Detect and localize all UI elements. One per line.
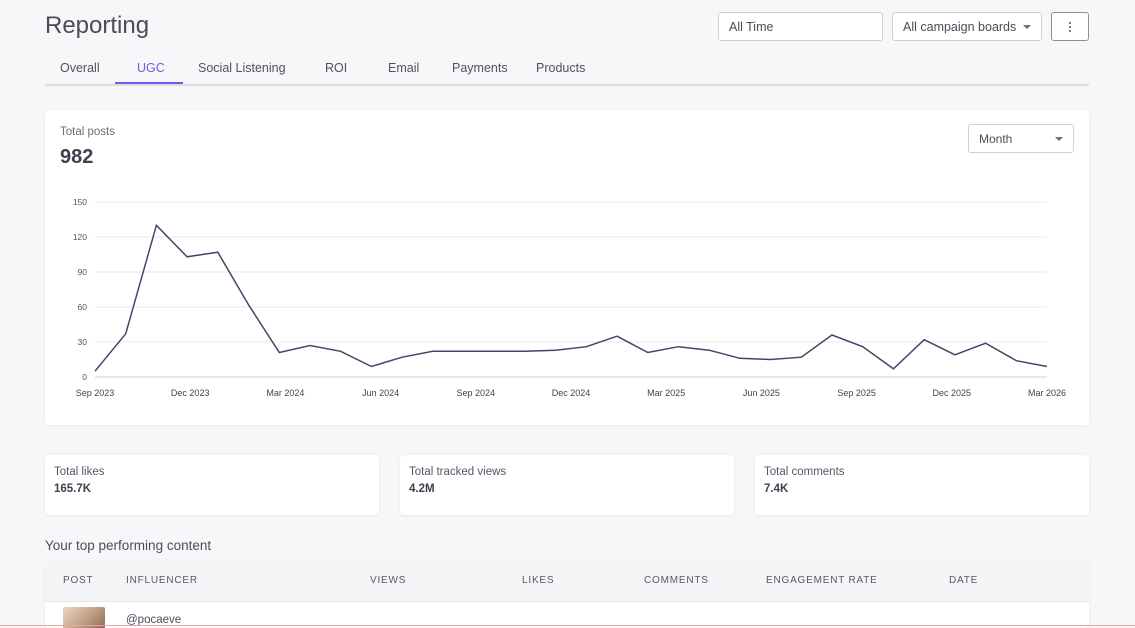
y-tick-label: 120 [73, 232, 87, 242]
column-influencer[interactable]: INFLUENCER [126, 575, 198, 586]
top-content-table: POST INFLUENCER VIEWS LIKES COMMENTS ENG… [45, 560, 1089, 628]
x-tick-label: Sep 2024 [457, 388, 496, 398]
tab-overall[interactable]: Overall [60, 61, 100, 75]
table-header: POST INFLUENCER VIEWS LIKES COMMENTS ENG… [45, 560, 1089, 602]
column-engagement-rate[interactable]: ENGAGEMENT RATE [766, 575, 878, 586]
total-views-card: Total tracked views 4.2M [400, 455, 734, 515]
campaign-board-value: All campaign boards [903, 19, 1017, 34]
total-posts-card: Total posts 982 Month 0 30 60 90 120 150 Sep 2… [45, 110, 1089, 425]
date-range-input[interactable]: All Time [718, 12, 883, 41]
x-tick-label: Jun 2025 [743, 388, 780, 398]
x-tick-label: Mar 2025 [647, 388, 685, 398]
column-views[interactable]: VIEWS [370, 575, 406, 586]
posts-line-chart: 0 30 60 90 120 150 Sep 2023 Dec 2023 Mar 2024 Jun… [73, 197, 1066, 398]
total-likes-card: Total likes 165.7K [45, 455, 379, 515]
divider [0, 625, 1135, 626]
more-vertical-icon [1069, 21, 1071, 32]
y-tick-label: 60 [78, 302, 88, 312]
tab-products[interactable]: Products [536, 61, 585, 75]
column-comments[interactable]: COMMENTS [644, 575, 709, 586]
x-tick-label: Sep 2023 [76, 388, 115, 398]
tab-payments[interactable]: Payments [452, 61, 508, 75]
x-tick-label: Jun 2024 [362, 388, 399, 398]
active-tab-indicator [115, 82, 183, 84]
top-content-title: Your top performing content [45, 538, 212, 553]
y-tick-label: 30 [78, 337, 88, 347]
column-post[interactable]: POST [63, 575, 93, 586]
total-likes-label: Total likes [54, 466, 105, 478]
x-tick-label: Mar 2024 [266, 388, 304, 398]
total-comments-card: Total comments 7.4K [755, 455, 1089, 515]
report-tabs: Overall UGC Social Listening ROI Email P… [45, 55, 1089, 86]
tab-email[interactable]: Email [388, 61, 419, 75]
tab-ugc[interactable]: UGC [137, 61, 165, 75]
y-tick-label: 0 [82, 372, 87, 382]
column-likes[interactable]: LIKES [522, 575, 554, 586]
column-date[interactable]: DATE [949, 575, 978, 586]
tab-roi[interactable]: ROI [325, 61, 347, 75]
x-tick-label: Sep 2025 [837, 388, 876, 398]
campaign-board-select[interactable]: All campaign boards [892, 12, 1042, 41]
total-comments-value: 7.4K [764, 483, 789, 495]
x-tick-label: Dec 2025 [933, 388, 972, 398]
y-tick-label: 90 [78, 267, 88, 277]
posts-series-line [94, 223, 1048, 372]
page-title: Reporting [45, 12, 150, 39]
x-tick-label: Dec 2024 [552, 388, 591, 398]
total-views-label: Total tracked views [409, 466, 507, 478]
more-options-button[interactable] [1051, 12, 1089, 41]
x-tick-label: Dec 2023 [171, 388, 210, 398]
total-comments-label: Total comments [764, 466, 845, 478]
x-tick-label: Mar 2026 [1028, 388, 1066, 398]
date-range-value: All Time [729, 19, 774, 34]
y-tick-label: 150 [73, 197, 87, 207]
tab-social-listening[interactable]: Social Listening [198, 61, 286, 75]
chevron-down-icon [1023, 24, 1031, 29]
total-views-value: 4.2M [409, 483, 435, 495]
total-likes-value: 165.7K [54, 483, 92, 495]
